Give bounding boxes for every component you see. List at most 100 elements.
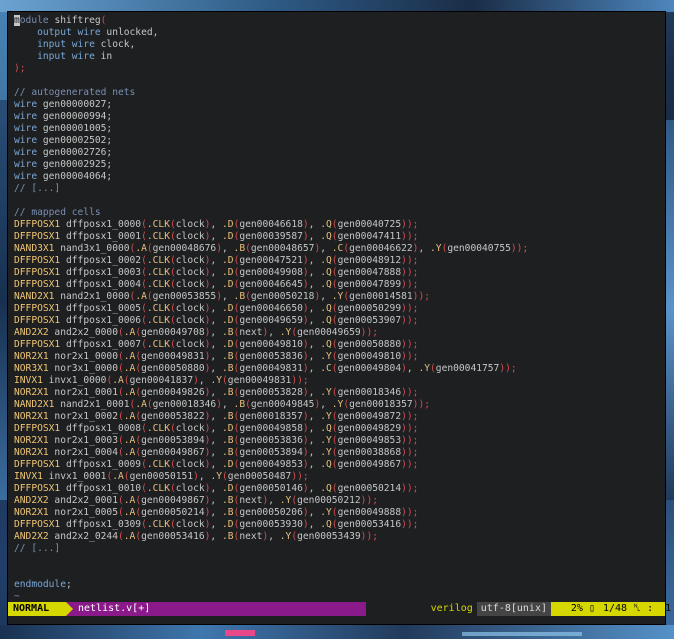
code-line[interactable]: input wire clock, [14, 39, 663, 51]
code-line[interactable]: input wire in [14, 51, 663, 63]
code-token: gen00050151 [129, 471, 194, 482]
code-line[interactable]: DFFPOSX1 dffposx1_0002(.CLK(clock), .D(g… [14, 255, 663, 267]
code-line[interactable]: NOR2X1 nor2x1_0005(.A(gen00050214), .B(g… [14, 507, 663, 519]
code-token: .Q [320, 483, 332, 494]
code-token: .Y [320, 447, 332, 458]
code-line[interactable]: // autogenerated nets [14, 87, 663, 99]
code-line[interactable]: wire gen00002502; [14, 135, 663, 147]
code-token: INVX1 [14, 471, 43, 482]
code-line[interactable]: AND2X2 and2x2_0244(.A(gen00053416), .B(n… [14, 531, 663, 543]
code-token: NAND2X1 [14, 399, 55, 410]
code-token: .B [233, 291, 246, 302]
code-line[interactable]: DFFPOSX1 dffposx1_0003(.CLK(clock), .D(g… [14, 267, 663, 279]
code-line[interactable]: NOR2X1 nor2x1_0003(.A(gen00053894), .B(g… [14, 435, 663, 447]
code-line[interactable]: NOR2X1 nor2x1_0000(.A(gen00049831), .B(g… [14, 351, 663, 363]
code-line[interactable] [14, 75, 663, 87]
code-token: clock [175, 519, 205, 530]
code-line[interactable]: wire gen00001005; [14, 123, 663, 135]
code-line[interactable]: // [...] [14, 543, 663, 555]
code-token: gen00018357 [239, 411, 303, 422]
code-token: .B [221, 363, 234, 374]
code-token: , [308, 231, 321, 242]
code-line[interactable]: AND2X2 and2x2_0001(.A(gen00049867), .B(n… [14, 495, 663, 507]
code-token: gen00041757 [435, 363, 500, 374]
code-token: )); [401, 351, 419, 362]
vim-editor-buffer[interactable]: module shiftreg( output wire unlocked, i… [14, 15, 663, 605]
code-line[interactable]: wire gen00000994; [14, 111, 663, 123]
code-token: gen00050214 [141, 507, 205, 518]
code-line[interactable]: DFFPOSX1 dffposx1_0009(.CLK(clock), .D(g… [14, 459, 663, 471]
code-token: .A [135, 291, 147, 302]
code-line[interactable]: DFFPOSX1 dffposx1_0000(.CLK(clock), .D(g… [14, 219, 663, 231]
code-line[interactable]: DFFPOSX1 dffposx1_0010(.CLK(clock), .D(g… [14, 483, 663, 495]
code-line[interactable]: DFFPOSX1 dffposx1_0004(.CLK(clock), .D(g… [14, 279, 663, 291]
code-token: .Q [320, 519, 332, 530]
code-line[interactable]: wire gen00004064; [14, 171, 663, 183]
code-token: wire [14, 135, 38, 146]
code-line[interactable]: DFFPOSX1 dffposx1_0006(.CLK(clock), .D(g… [14, 315, 663, 327]
code-line[interactable]: NOR2X1 nor2x1_0004(.A(gen00049867), .B(g… [14, 447, 663, 459]
code-line[interactable]: INVX1 invx1_0000(.A(gen00041837), .Y(gen… [14, 375, 663, 387]
code-line[interactable]: NAND3X1 nand3x1_0000(.A(gen00048676), .B… [14, 243, 663, 255]
code-token: )); [291, 375, 309, 386]
code-token: )); [401, 459, 419, 470]
code-token: , [308, 303, 321, 314]
code-line[interactable] [14, 555, 663, 567]
code-token: , [210, 387, 222, 398]
code-token: dffposx1_0003 [60, 267, 142, 278]
code-line[interactable]: wire gen00000027; [14, 99, 663, 111]
code-line[interactable]: INVX1 invx1_0001(.A(gen00050151), .Y(gen… [14, 471, 663, 483]
code-token: )); [401, 339, 419, 350]
code-token: , [210, 315, 222, 326]
code-line[interactable]: AND2X2 and2x2_0000(.A(gen00049708), .B(n… [14, 327, 663, 339]
code-token: DFFPOSX1 [14, 219, 61, 230]
code-line[interactable]: NOR3X1 nor3x1_0000(.A(gen00050880), .B(g… [14, 363, 663, 375]
code-line[interactable]: module shiftreg( [14, 15, 663, 27]
code-token: .Y [320, 351, 332, 362]
code-token: , [308, 423, 321, 434]
code-line[interactable]: wire gen00002726; [14, 147, 663, 159]
code-token: NOR2X1 [14, 387, 49, 398]
code-line[interactable]: // mapped cells [14, 207, 663, 219]
code-line[interactable]: // [...] [14, 183, 663, 195]
code-token: gen00053416 [141, 531, 205, 542]
code-line[interactable]: DFFPOSX1 dffposx1_0005(.CLK(clock), .D(g… [14, 303, 663, 315]
code-line[interactable]: DFFPOSX1 dffposx1_0001(.CLK(clock), .D(g… [14, 231, 663, 243]
code-token: .Q [320, 219, 332, 230]
code-token: .Q [320, 339, 332, 350]
code-token: .CLK [146, 279, 170, 290]
code-line[interactable]: wire gen00002925; [14, 159, 663, 171]
code-token: input wire [37, 39, 95, 50]
code-line[interactable]: output wire unlocked, [14, 27, 663, 39]
code-token: , [210, 423, 222, 434]
code-line[interactable]: DFFPOSX1 dffposx1_0309(.CLK(clock), .D(g… [14, 519, 663, 531]
code-token: )); [510, 243, 529, 254]
code-token: )); [401, 423, 419, 434]
code-line[interactable]: endmodule; [14, 579, 663, 591]
code-line[interactable]: NOR2X1 nor2x1_0001(.A(gen00049826), .B(g… [14, 387, 663, 399]
code-line[interactable]: DFFPOSX1 dffposx1_0007(.CLK(clock), .D(g… [14, 339, 663, 351]
code-token: )); [499, 363, 517, 374]
code-line[interactable]: NOR2X1 nor2x1_0002(.A(gen00053822), .B(g… [14, 411, 663, 423]
code-line[interactable]: NAND2X1 nand2x1_0000(.A(gen00053855), .B… [14, 291, 663, 303]
code-token: , [308, 255, 321, 266]
code-token: .CLK [146, 231, 170, 242]
code-token: )); [401, 483, 419, 494]
code-token: , [308, 459, 321, 470]
code-token: gen00004064; [37, 171, 113, 182]
code-token: dffposx1_0002 [60, 255, 142, 266]
code-token: )); [401, 387, 419, 398]
code-line[interactable] [14, 195, 663, 207]
code-line[interactable]: DFFPOSX1 dffposx1_0008(.CLK(clock), .D(g… [14, 423, 663, 435]
code-token: invx1_0000 [42, 375, 107, 386]
code-line[interactable] [14, 567, 663, 579]
code-line[interactable]: ); [14, 63, 663, 75]
vim-command-line[interactable] [8, 616, 665, 624]
code-token: nor2x1_0005 [48, 507, 118, 518]
code-line[interactable]: NAND2X1 nand2x1_0001(.A(gen00018346), .B… [14, 399, 663, 411]
code-token: , [210, 231, 222, 242]
code-token: gen00049659 [297, 327, 361, 338]
code-token: .B [221, 327, 234, 338]
code-token: wire [14, 123, 38, 134]
terminal-window[interactable]: module shiftreg( output wire unlocked, i… [8, 12, 671, 624]
